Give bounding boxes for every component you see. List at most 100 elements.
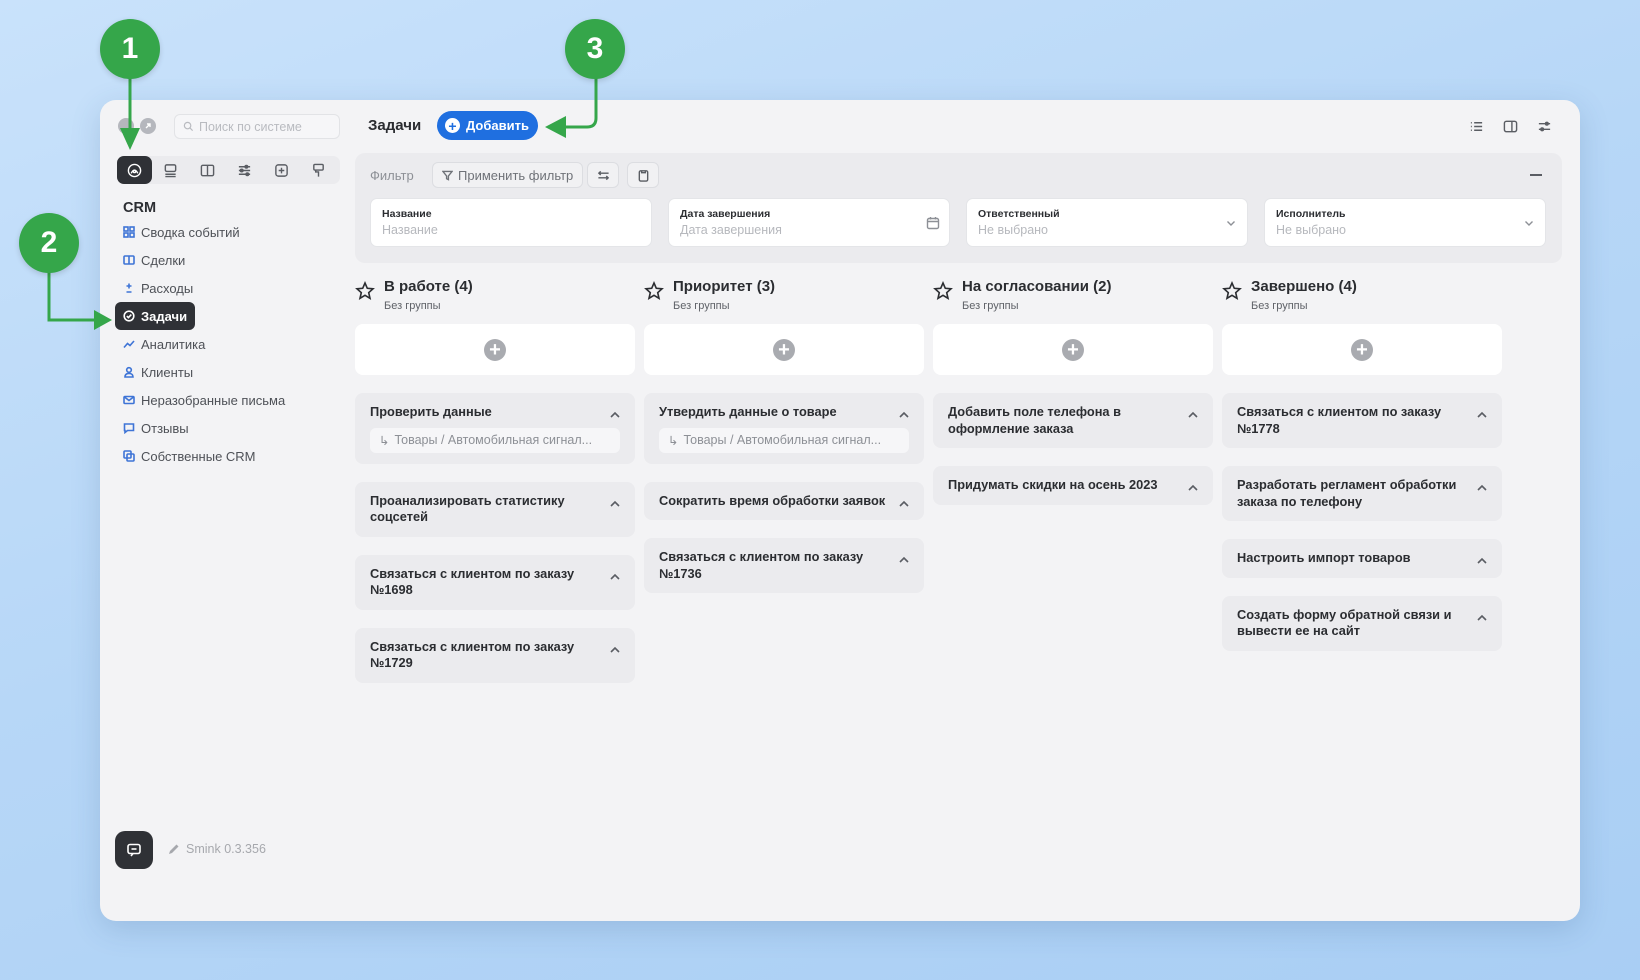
settings-toggle-button[interactable] xyxy=(1534,116,1554,136)
chevron-up-icon[interactable] xyxy=(1476,407,1488,418)
chevron-up-icon[interactable] xyxy=(1476,553,1488,564)
sidebar-item-analytics[interactable]: Аналитика xyxy=(115,330,213,358)
sidebar-item-own-crm[interactable]: Собственные CRM xyxy=(115,442,264,470)
add-task-button[interactable]: + Добавить xyxy=(437,111,538,140)
list-view-button[interactable] xyxy=(1466,116,1486,136)
task-subpath[interactable]: ↳ Товары / Автомобильная сигнал... xyxy=(659,427,909,453)
check-circle-icon xyxy=(123,310,135,322)
sidebar-item-label: Сделки xyxy=(141,252,186,268)
add-card-button[interactable]: + xyxy=(644,324,924,375)
task-card[interactable]: Создать форму обратной связи и вывести е… xyxy=(1222,595,1502,651)
name-field[interactable]: Название Название xyxy=(370,198,652,247)
column-header: Завершено (4) Без группы xyxy=(1222,278,1502,323)
callout-badge-2: 2 xyxy=(19,213,79,273)
task-card[interactable]: Связаться с клиентом по заказу №1729 xyxy=(355,627,635,683)
task-title: Сократить время обработки заявок xyxy=(659,492,886,508)
star-icon[interactable] xyxy=(355,280,375,301)
star-icon[interactable] xyxy=(644,280,664,301)
callout-badge-1: 1 xyxy=(100,19,160,79)
card-list: Связаться с клиентом по заказу №1778 Разр… xyxy=(1222,393,1502,669)
task-subpath[interactable]: ↳ Товары / Автомобильная сигнал... xyxy=(370,427,620,453)
executor-select[interactable]: Исполнитель Не выбрано xyxy=(1264,198,1546,247)
sidebar: CRM Сводка событий Сделки Расходы Задачи… xyxy=(100,100,345,921)
expand-arrow-icon[interactable] xyxy=(140,118,156,134)
collapse-filter-button[interactable] xyxy=(1528,167,1544,183)
sidebar-item-expenses[interactable]: Расходы xyxy=(115,274,201,302)
sidebar-item-deals[interactable]: Сделки xyxy=(115,246,193,274)
task-title: Придумать скидки на осень 2023 xyxy=(948,477,1158,492)
chevron-up-icon[interactable] xyxy=(1476,610,1488,621)
layout-tool[interactable] xyxy=(152,156,189,184)
funnel-icon xyxy=(442,170,453,181)
search-box[interactable] xyxy=(174,114,340,139)
filter-settings-button[interactable] xyxy=(587,162,619,188)
chevron-down-icon xyxy=(1522,216,1536,230)
task-card[interactable]: Сократить время обработки заявок xyxy=(644,481,924,520)
chevron-up-icon[interactable] xyxy=(1476,480,1488,491)
task-card[interactable]: Утвердить данные о товаре ↳ Товары / Автом… xyxy=(644,393,924,464)
dashboard-tool[interactable] xyxy=(117,156,152,184)
chevron-up-icon[interactable] xyxy=(609,496,621,507)
chevron-up-icon[interactable] xyxy=(1187,480,1199,491)
task-card[interactable]: Связаться с клиентом по заказу №1778 xyxy=(1222,393,1502,448)
task-card[interactable]: Добавить поле телефона в оформление зака… xyxy=(933,393,1213,448)
sidebar-item-tasks[interactable]: Задачи xyxy=(115,302,196,330)
chevron-up-icon[interactable] xyxy=(898,552,910,563)
version-label: Smink 0.3.356 xyxy=(168,842,266,856)
responsible-select[interactable]: Ответственный Не выбрано xyxy=(966,198,1248,247)
sidebar-item-reviews[interactable]: Отзывы xyxy=(115,414,197,442)
task-card[interactable]: Связаться с клиентом по заказу №1736 xyxy=(644,538,924,593)
calendar-icon[interactable] xyxy=(926,216,940,230)
task-title: Проверить данные xyxy=(370,404,492,419)
field-label: Дата завершения xyxy=(680,208,771,220)
clipboard-button[interactable] xyxy=(627,162,659,188)
task-card[interactable]: Разработать регламент обработки заказа п… xyxy=(1222,466,1502,521)
chevron-up-icon[interactable] xyxy=(609,569,621,580)
task-card[interactable]: Проверить данные ↳ Товары / Автомобильная … xyxy=(355,393,635,464)
sidebar-item-mail[interactable]: Неразобранные письма xyxy=(115,386,293,414)
star-icon[interactable] xyxy=(933,280,953,301)
list-icon xyxy=(1470,121,1482,131)
close-dot-icon[interactable] xyxy=(118,118,134,134)
due-date-field[interactable]: Дата завершения Дата завершения xyxy=(668,198,950,247)
board-column: В работе (4) Без группы + Проверить данные ↳… xyxy=(355,278,635,683)
chevron-up-icon[interactable] xyxy=(898,496,910,507)
sliders-tool[interactable] xyxy=(226,156,263,184)
add-tool[interactable] xyxy=(263,156,300,184)
dashboard-icon xyxy=(127,163,142,177)
view-switcher xyxy=(1466,116,1554,136)
task-title: Связаться с клиентом по заказу №1729 xyxy=(370,638,575,671)
add-card-button[interactable]: + xyxy=(933,324,1213,375)
paint-tool[interactable] xyxy=(300,156,337,184)
apply-filter-button[interactable]: Применить фильтр xyxy=(432,162,584,188)
paint-roller-icon xyxy=(313,163,324,177)
column-subtitle: Без группы xyxy=(962,300,1019,312)
star-icon[interactable] xyxy=(1222,280,1242,301)
sidebar-item-label: Задачи xyxy=(141,308,188,324)
app-window: CRM Сводка событий Сделки Расходы Задачи… xyxy=(100,100,1580,921)
chat-button[interactable] xyxy=(115,831,153,869)
section-title: CRM xyxy=(123,200,157,216)
arrow-2-line xyxy=(47,272,100,322)
book-tool[interactable] xyxy=(189,156,226,184)
card-list: Проверить данные ↳ Товары / Автомобильная … xyxy=(355,393,635,701)
search-input[interactable] xyxy=(199,119,339,134)
add-card-button[interactable]: + xyxy=(1222,324,1502,375)
task-card[interactable]: Проанализировать статистику соцсетей xyxy=(355,481,635,537)
subpath-text: Товары / Автомобильная сигнал... xyxy=(394,432,593,447)
task-card[interactable]: Придумать скидки на осень 2023 xyxy=(933,466,1213,505)
panel-view-button[interactable] xyxy=(1500,116,1520,136)
chevron-up-icon[interactable] xyxy=(898,407,910,418)
return-arrow-icon: ↳ xyxy=(668,433,679,448)
board-column: Приоритет (3) Без группы + Утвердить данные… xyxy=(644,278,924,593)
chevron-up-icon[interactable] xyxy=(1187,407,1199,418)
toggles-icon xyxy=(597,170,609,180)
task-card[interactable]: Связаться с клиентом по заказу №1698 xyxy=(355,554,635,610)
column-subtitle: Без группы xyxy=(1251,300,1308,312)
chevron-up-icon[interactable] xyxy=(609,407,621,418)
sidebar-item-events[interactable]: Сводка событий xyxy=(115,218,248,246)
task-card[interactable]: Настроить импорт товаров xyxy=(1222,539,1502,578)
add-card-button[interactable]: + xyxy=(355,324,635,375)
chevron-up-icon[interactable] xyxy=(609,642,621,653)
sidebar-item-clients[interactable]: Клиенты xyxy=(115,358,201,386)
